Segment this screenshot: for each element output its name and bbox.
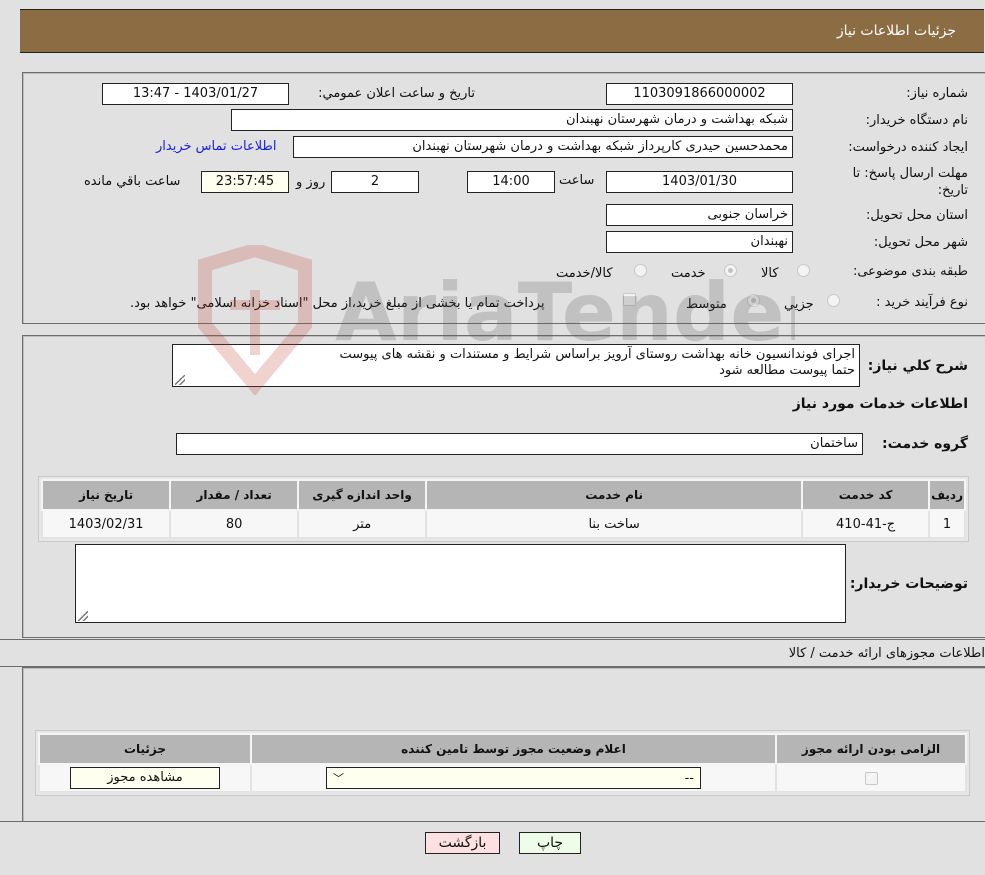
col-service-code: کد خدمت	[801, 479, 931, 511]
col-license-required: الزامی بودن ارائه مجوز	[775, 733, 967, 765]
cell-unit: متر	[297, 509, 428, 539]
announce-datetime-field[interactable]: 1403/01/27 - 13:47	[102, 83, 289, 105]
services-table-header: ردیف کد خدمت نام خدمت واحد اندازه گیری ت…	[40, 479, 966, 511]
services-table: ردیف کد خدمت نام خدمت واحد اندازه گیری ت…	[40, 479, 966, 539]
cell-row-number: 1	[928, 509, 966, 539]
buyer-notes-textarea[interactable]	[75, 544, 846, 623]
province-field[interactable]: خراسان جنوبی	[606, 204, 793, 226]
page-title: جزئیات اطلاعات نیاز	[836, 23, 956, 39]
licenses-section-title: اطلاعات مجوزهای ارائه خدمت / کالا	[788, 646, 985, 661]
license-status-select[interactable]: -- ﹀	[326, 767, 701, 789]
deadline-label-line2: تاریخ:	[937, 183, 968, 198]
licenses-table-wrap: الزامی بودن ارائه مجوز اعلام وضعیت مجوز …	[35, 730, 970, 796]
city-field[interactable]: نهبندان	[606, 231, 793, 253]
cell-license-status: -- ﹀	[250, 763, 777, 793]
resize-handle-icon[interactable]	[175, 375, 185, 385]
buyer-org-label: نام دستگاه خریدار:	[865, 113, 968, 128]
table-row: ✓ -- ﹀ مشاهده مجوز	[38, 763, 967, 793]
requester-label: ایجاد کننده درخواست:	[848, 140, 968, 155]
cell-need-date: 1403/02/31	[40, 509, 172, 539]
buyer-contact-link[interactable]: اطلاعات تماس خریدار	[156, 139, 276, 154]
category-radio-goods-service[interactable]	[634, 264, 647, 277]
col-row-number: ردیف	[928, 479, 966, 511]
service-group-field[interactable]: ساختمان	[176, 433, 863, 455]
deadline-time-label: ساعت	[559, 173, 595, 188]
services-table-wrap: ردیف کد خدمت نام خدمت واحد اندازه گیری ت…	[38, 476, 969, 542]
deadline-date-field[interactable]: 1403/01/30	[606, 171, 793, 193]
licenses-table: الزامی بودن ارائه مجوز اعلام وضعیت مجوز …	[38, 733, 967, 793]
col-service-name: نام خدمت	[425, 479, 804, 511]
cell-service-code: ج-41-410	[801, 509, 931, 539]
cell-service-name: ساخت بنا	[425, 509, 804, 539]
back-button[interactable]: بازگشت	[425, 832, 500, 854]
cell-license-details: مشاهده مجوز	[38, 763, 252, 793]
need-number-label: شماره نیاز:	[906, 86, 968, 101]
col-license-details: جزئیات	[38, 733, 252, 765]
resize-handle-icon[interactable]	[78, 611, 88, 621]
buyer-notes-label: توضیحات خریدار:	[849, 576, 968, 592]
license-required-checkbox: ✓	[864, 769, 878, 785]
page-header: جزئیات اطلاعات نیاز	[20, 9, 984, 53]
deadline-time-field[interactable]: 14:00	[467, 171, 555, 193]
col-license-status: اعلام وضعیت مجوز توسط تامین کننده	[250, 733, 777, 765]
category-radio-service[interactable]	[724, 264, 737, 277]
chevron-down-icon: ﹀	[333, 772, 344, 785]
purchase-type-label: نوع فرآیند خرید :	[876, 295, 968, 310]
city-label: شهر محل تحویل:	[873, 235, 968, 250]
treasury-checkbox[interactable]	[623, 293, 636, 306]
description-textarea[interactable]: اجرای فوندانسیون خانه بهداشت روستای آروی…	[172, 344, 860, 387]
table-row: 1 ج-41-410 ساخت بنا متر 80 1403/02/31	[40, 509, 966, 539]
purchase-type-option-medium: متوسط	[686, 297, 727, 312]
checkmark-icon: ✓	[866, 769, 876, 783]
category-radio-goods[interactable]	[797, 264, 810, 277]
purchase-type-radio-minor[interactable]	[827, 294, 840, 307]
purchase-type-option-minor: جزيي	[784, 297, 814, 312]
category-option-service: خدمت	[671, 266, 706, 281]
remaining-days-label: روز و	[296, 175, 326, 190]
remaining-time-label: ساعت باقي مانده	[84, 174, 181, 189]
category-label: طبقه بندی موضوعی:	[852, 264, 968, 279]
remaining-time-field: 23:57:45	[201, 171, 289, 193]
cell-license-required: ✓	[775, 763, 967, 793]
print-button[interactable]: چاپ	[519, 832, 581, 854]
col-unit: واحد اندازه گیری	[297, 479, 428, 511]
footer-divider	[0, 821, 985, 822]
category-option-goods-service: کالا/خدمت	[556, 266, 613, 281]
announce-datetime-label: تاریخ و ساعت اعلان عمومي:	[318, 86, 475, 101]
purchase-type-radio-medium[interactable]	[747, 294, 760, 307]
licenses-table-header: الزامی بودن ارائه مجوز اعلام وضعیت مجوز …	[38, 733, 967, 765]
category-option-goods: کالا	[761, 266, 779, 281]
remaining-days-field: 2	[331, 171, 419, 193]
description-line-1: اجرای فوندانسیون خانه بهداشت روستای آروی…	[339, 347, 855, 362]
col-quantity: تعداد / مقدار	[169, 479, 300, 511]
province-label: استان محل تحویل:	[866, 208, 968, 223]
need-number-field[interactable]: 1103091866000002	[606, 83, 793, 105]
buyer-org-field[interactable]: شبکه بهداشت و درمان شهرستان نهبندان	[231, 109, 793, 131]
requester-field[interactable]: محمدحسین حیدری کارپرداز شبکه بهداشت و در…	[293, 136, 793, 158]
description-line-2: حتما پیوست مطالعه شود	[719, 363, 855, 378]
description-label: شرح کلي نیاز:	[867, 358, 968, 374]
services-section-title: اطلاعات خدمات مورد نیاز	[792, 396, 968, 412]
service-group-label: گروه خدمت:	[882, 436, 968, 452]
col-need-date: تاریخ نیاز	[40, 479, 172, 511]
cell-quantity: 80	[169, 509, 300, 539]
deadline-label: مهلت ارسال پاسخ: تا	[852, 166, 968, 181]
license-status-selected: --	[684, 770, 694, 786]
treasury-checkbox-label: پرداخت تمام یا بخشی از مبلغ خرید،از محل …	[130, 296, 545, 311]
view-license-button[interactable]: مشاهده مجوز	[70, 767, 220, 789]
